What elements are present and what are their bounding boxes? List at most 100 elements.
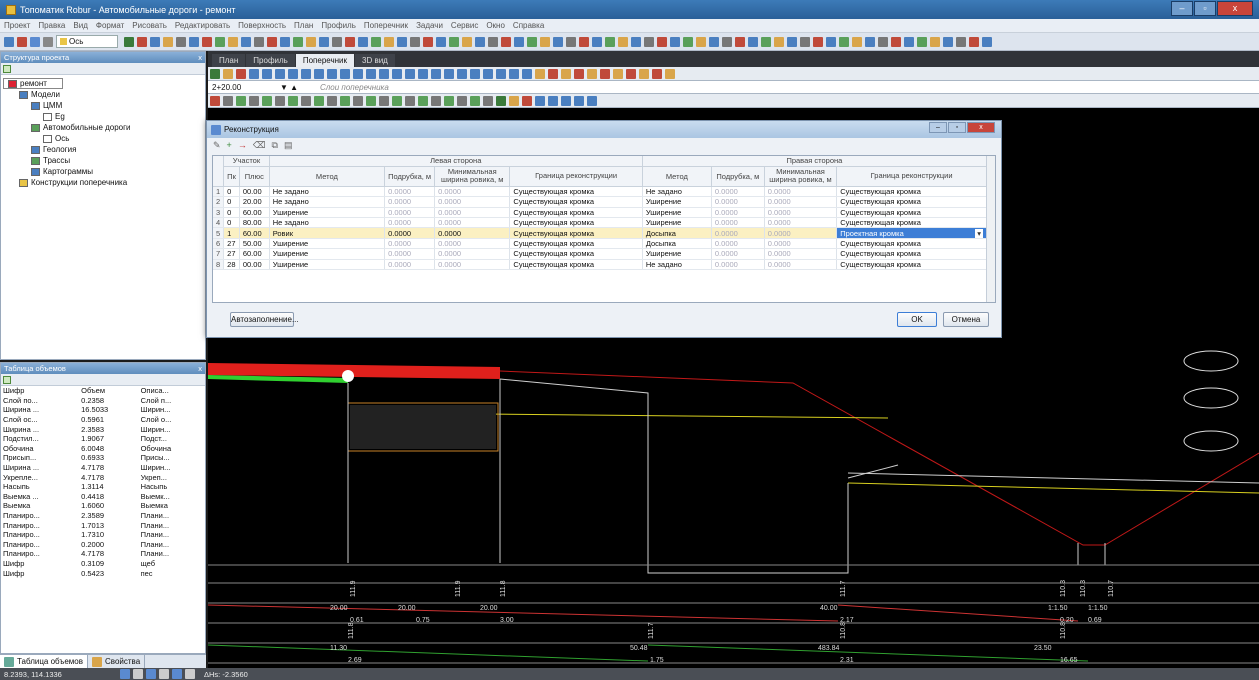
table-row[interactable]: Планиро... 4.7178 Плани... (1, 549, 205, 559)
table-row[interactable]: Планиро... 2.3589 Плани... (1, 511, 205, 521)
view-tool-icon[interactable] (301, 95, 311, 106)
cell-lu[interactable]: 0.0000 (384, 227, 436, 239)
toolbar-tool-icon[interactable] (124, 36, 134, 47)
toolbar-tool-icon[interactable] (488, 36, 498, 47)
cell-plus[interactable]: 60.00 (239, 207, 270, 219)
view-tool-icon[interactable] (431, 68, 441, 79)
toolbar-tool-icon[interactable] (475, 36, 485, 47)
grid-scrollbar[interactable] (986, 156, 995, 302)
cell-plus[interactable]: 80.00 (239, 217, 270, 229)
menu-item[interactable]: Поверхность (238, 21, 286, 30)
cell-rm[interactable]: Уширение (642, 248, 712, 260)
panel-close-icon[interactable]: x (198, 363, 202, 374)
cell-lm[interactable]: Не задано (269, 217, 386, 229)
table-row[interactable]: 8 28 00.00 Уширение 0.0000 0.0000 Существующая… (213, 259, 995, 271)
toolbar-tool-icon[interactable] (657, 36, 667, 47)
cell-lw[interactable]: 0.0000 (434, 259, 511, 271)
osnap-icon[interactable] (172, 669, 182, 679)
toolbar-tool-icon[interactable] (865, 36, 875, 47)
menu-item[interactable]: Справка (513, 21, 544, 30)
table-row[interactable]: Ширина ... 4.7178 Ширин... (1, 463, 205, 473)
table-row[interactable]: 6 27 50.00 Уширение 0.0000 0.0000 Существующая… (213, 238, 995, 250)
paste-icon[interactable]: ▤ (284, 140, 293, 151)
tree-item[interactable]: Картограммы (3, 166, 203, 177)
view-tool-icon[interactable] (444, 68, 454, 79)
toolbar-tool-icon[interactable] (462, 36, 472, 47)
tab-3d[interactable]: 3D вид (355, 54, 395, 67)
table-row[interactable]: Планиро... 1.7310 Плани... (1, 530, 205, 540)
dropdown-arrow-icon[interactable]: ▾ (975, 228, 983, 238)
cell-lu[interactable]: 0.0000 (384, 217, 436, 229)
cell-lw[interactable]: 0.0000 (434, 238, 511, 250)
cell-pk[interactable]: 27 (223, 238, 240, 250)
toolbar-tool-icon[interactable] (592, 36, 602, 47)
autofill-button[interactable]: Автозаполнение... (230, 312, 299, 327)
toolbar-tool-icon[interactable] (943, 36, 953, 47)
toolbar-tool-icon[interactable] (722, 36, 732, 47)
print-icon[interactable] (43, 36, 53, 47)
cell-rw[interactable]: 0.0000 (764, 227, 838, 239)
view-tool-icon[interactable] (574, 68, 584, 79)
toolbar-tool-icon[interactable] (501, 36, 511, 47)
view-tool-icon[interactable] (418, 95, 428, 106)
dialog-minimize-button[interactable]: – (929, 122, 947, 133)
toolbar-tool-icon[interactable] (228, 36, 238, 47)
view-tool-icon[interactable] (574, 95, 584, 106)
cell-rw[interactable]: 0.0000 (764, 259, 838, 271)
cell-lu[interactable]: 0.0000 (384, 207, 436, 219)
cell-rw[interactable]: 0.0000 (764, 248, 838, 260)
cell-ru[interactable]: 0.0000 (711, 217, 765, 229)
cell-rm[interactable]: Досыпка (642, 227, 712, 239)
toolbar-tool-icon[interactable] (969, 36, 979, 47)
col-left-method-header[interactable]: Метод (269, 166, 386, 187)
tree-item[interactable]: Ось (3, 133, 203, 144)
grip-point[interactable] (342, 370, 354, 382)
toolbar-tool-icon[interactable] (202, 36, 212, 47)
view-tool-icon[interactable] (236, 95, 246, 106)
table-row[interactable]: 4 0 80.00 Не задано 0.0000 0.0000 Существующая… (213, 217, 995, 229)
cell-lu[interactable]: 0.0000 (384, 259, 436, 271)
cell-lw[interactable]: 0.0000 (434, 217, 511, 229)
col-plus-header[interactable]: Плюс (239, 166, 270, 187)
view-tool-icon[interactable] (509, 95, 519, 106)
cell-rb[interactable]: Существующая кромка (836, 196, 987, 208)
view-tool-icon[interactable] (275, 95, 285, 106)
add-row-icon[interactable]: + (227, 140, 232, 150)
toolbar-tool-icon[interactable] (553, 36, 563, 47)
toolbar-tool-icon[interactable] (449, 36, 459, 47)
view-tool-icon[interactable] (496, 68, 506, 79)
tree-item[interactable]: Модели (3, 89, 203, 100)
toolbar-tool-icon[interactable] (423, 36, 433, 47)
cell-rw[interactable]: 0.0000 (764, 207, 838, 219)
view-tool-icon[interactable] (275, 68, 285, 79)
cell-rm[interactable]: Уширение (642, 217, 712, 229)
cell-lm[interactable]: Уширение (269, 259, 386, 271)
menu-item[interactable]: Редактировать (175, 21, 230, 30)
view-tool-icon[interactable] (223, 68, 233, 79)
toolbar-tool-icon[interactable] (319, 36, 329, 47)
grid-icon[interactable] (133, 669, 143, 679)
cell-lb[interactable]: Существующая кромка (509, 227, 643, 239)
dialog-maximize-button[interactable]: ▫ (948, 122, 966, 133)
close-button[interactable]: x (1217, 1, 1253, 16)
cell-ru[interactable]: 0.0000 (711, 248, 765, 260)
cell-ru[interactable]: 0.0000 (711, 227, 765, 239)
volumes-col-header[interactable]: Описа... (139, 386, 205, 396)
view-tool-icon[interactable] (665, 68, 675, 79)
table-row[interactable]: Ширина ... 2.3583 Ширин... (1, 424, 205, 434)
view-tool-icon[interactable] (340, 95, 350, 106)
table-row[interactable]: Подстил... 1.9067 Подст... (1, 434, 205, 444)
cell-lw[interactable]: 0.0000 (434, 207, 511, 219)
toolbar-tool-icon[interactable] (644, 36, 654, 47)
toolbar-tool-icon[interactable] (748, 36, 758, 47)
view-tool-icon[interactable] (587, 95, 597, 106)
toolbar-tool-icon[interactable] (137, 36, 147, 47)
toolbar-tool-icon[interactable] (163, 36, 173, 47)
cell-rm[interactable]: Уширение (642, 196, 712, 208)
table-row[interactable]: 7 27 60.00 Уширение 0.0000 0.0000 Существующая… (213, 248, 995, 260)
view-tool-icon[interactable] (457, 95, 467, 106)
cell-pk[interactable]: 0 (223, 196, 240, 208)
tool-icon[interactable] (17, 36, 27, 47)
view-tool-icon[interactable] (470, 68, 480, 79)
view-tool-icon[interactable] (210, 68, 220, 79)
